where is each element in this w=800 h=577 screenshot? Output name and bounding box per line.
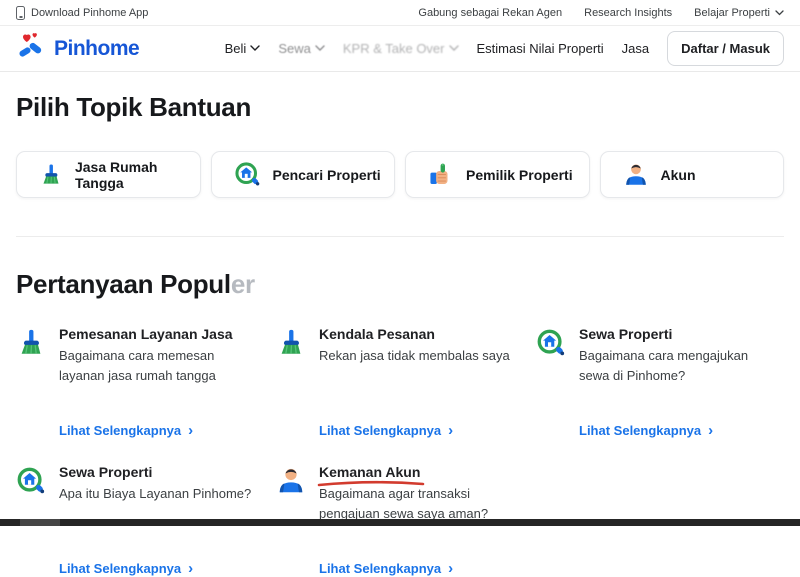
main-nav: Beli Sewa KPR & Take Over Estimasi Nilai… [225, 31, 784, 66]
question-title: Sewa Properti [59, 464, 152, 480]
nav-kpr-take-over[interactable]: KPR & Take Over [343, 41, 459, 56]
link-belajar-properti[interactable]: Belajar Properti [694, 7, 784, 19]
chevron-right-icon: › [188, 423, 193, 438]
nav-jasa-label: Jasa [622, 41, 649, 56]
brand-wordmark: Pinhome [54, 37, 139, 61]
question-pemesanan-layanan-jasa: Pemesanan Layanan Jasa Bagaimana cara me… [16, 326, 260, 438]
link-label: Lihat Selengkapnya [59, 423, 181, 438]
topic-card-jasa-rumah-tangga[interactable]: Jasa Rumah Tangga [16, 151, 201, 198]
nav-beli[interactable]: Beli [225, 41, 261, 56]
question-kendala-pesanan: Kendala Pesanan Rekan jasa tidak membala… [276, 326, 520, 438]
link-label: Lihat Selengkapnya [319, 423, 441, 438]
nav-jasa[interactable]: Jasa [622, 41, 649, 56]
question-body: Bagaimana cara memesan layanan jasa ruma… [59, 346, 260, 386]
link-rekan-agen[interactable]: Gabung sebagai Rekan Agen [418, 7, 562, 19]
broom-icon [276, 328, 306, 358]
phone-icon [16, 6, 25, 20]
topic-card-label: Pemilik Properti [466, 167, 573, 183]
question-title: Sewa Properti [579, 326, 672, 342]
pinhome-logo[interactable]: Pinhome [16, 33, 139, 65]
lihat-selengkapnya-link[interactable]: Lihat Selengkapnya › [579, 411, 713, 438]
house-search-icon [16, 466, 46, 496]
topic-card-label: Jasa Rumah Tangga [75, 159, 200, 191]
topic-card-pencari-properti[interactable]: Pencari Properti [211, 151, 396, 198]
popular-title-main: Pertanyaan Popul [16, 269, 231, 299]
topic-card-label: Pencari Properti [273, 167, 381, 183]
topic-cards: Jasa Rumah Tangga Pencari Properti Pemil… [0, 123, 800, 198]
lihat-selengkapnya-link[interactable]: Lihat Selengkapnya › [59, 549, 193, 576]
chevron-right-icon: › [708, 423, 713, 438]
footer-top-edge [0, 519, 800, 526]
chevron-right-icon: › [188, 561, 193, 576]
nav-estimasi-nilai-properti[interactable]: Estimasi Nilai Properti [477, 41, 604, 56]
link-rekan-agen-label: Gabung sebagai Rekan Agen [418, 7, 562, 19]
nav-sewa[interactable]: Sewa [278, 41, 325, 56]
nav-kpr-take-over-label: KPR & Take Over [343, 41, 445, 56]
question-body: Bagaimana cara mengajukan sewa di Pinhom… [579, 346, 780, 386]
question-title-text: Kemanan Akun [319, 464, 420, 480]
question-title: Kemanan Akun [319, 464, 420, 480]
question-body: Apa itu Biaya Layanan Pinhome? [59, 484, 260, 504]
nav-beli-label: Beli [225, 41, 247, 56]
popular-title: Pertanyaan Populer [0, 237, 800, 300]
question-title: Pemesanan Layanan Jasa [59, 326, 233, 342]
link-belajar-properti-label: Belajar Properti [694, 7, 770, 19]
thumb-up-icon [428, 162, 454, 188]
nav-sewa-label: Sewa [278, 41, 311, 56]
popular-title-faded: er [231, 269, 255, 299]
link-label: Lihat Selengkapnya [319, 561, 441, 576]
question-sewa-properti-1: Sewa Properti Bagaimana cara mengajukan … [536, 326, 780, 438]
link-label: Lihat Selengkapnya [579, 423, 701, 438]
lihat-selengkapnya-link[interactable]: Lihat Selengkapnya › [59, 411, 193, 438]
topic-card-label: Akun [661, 167, 696, 183]
chevron-down-icon [250, 45, 260, 52]
pinhome-logo-icon [16, 33, 50, 65]
house-search-icon [234, 161, 261, 188]
red-underline-annotation [317, 479, 425, 487]
broom-icon [16, 328, 46, 358]
utility-links: Gabung sebagai Rekan Agen Research Insig… [418, 7, 784, 19]
lihat-selengkapnya-link[interactable]: Lihat Selengkapnya › [319, 549, 453, 576]
house-search-icon [536, 328, 566, 358]
chevron-down-icon [315, 45, 325, 52]
main-header: Pinhome Beli Sewa KPR & Take Over Estima… [0, 26, 800, 72]
nav-estimasi-label: Estimasi Nilai Properti [477, 41, 604, 56]
page-title-text: Pilih Topik Bantuan [16, 92, 251, 122]
topic-card-akun[interactable]: Akun [600, 151, 785, 198]
utility-bar: Download Pinhome App Gabung sebagai Reka… [0, 0, 800, 26]
popular-questions-grid: Pemesanan Layanan Jasa Bagaimana cara me… [0, 300, 800, 576]
topic-card-pemilik-properti[interactable]: Pemilik Properti [405, 151, 590, 198]
question-body: Rekan jasa tidak membalas saya [319, 346, 520, 366]
person-icon [276, 466, 306, 496]
chevron-down-icon [775, 10, 784, 16]
download-app-link[interactable]: Download Pinhome App [16, 6, 148, 20]
question-title: Kendala Pesanan [319, 326, 435, 342]
chevron-right-icon: › [448, 561, 453, 576]
lihat-selengkapnya-link[interactable]: Lihat Selengkapnya › [319, 411, 453, 438]
footer-edge-highlight [20, 519, 60, 526]
link-research-insights[interactable]: Research Insights [584, 7, 672, 19]
page-title: Pilih Topik Bantuan [0, 72, 800, 123]
daftar-masuk-button[interactable]: Daftar / Masuk [667, 31, 784, 66]
chevron-down-icon [449, 45, 459, 52]
chevron-right-icon: › [448, 423, 453, 438]
link-research-insights-label: Research Insights [584, 7, 672, 19]
download-app-label: Download Pinhome App [31, 7, 148, 19]
person-icon [623, 162, 649, 188]
link-label: Lihat Selengkapnya [59, 561, 181, 576]
broom-icon [39, 162, 63, 188]
